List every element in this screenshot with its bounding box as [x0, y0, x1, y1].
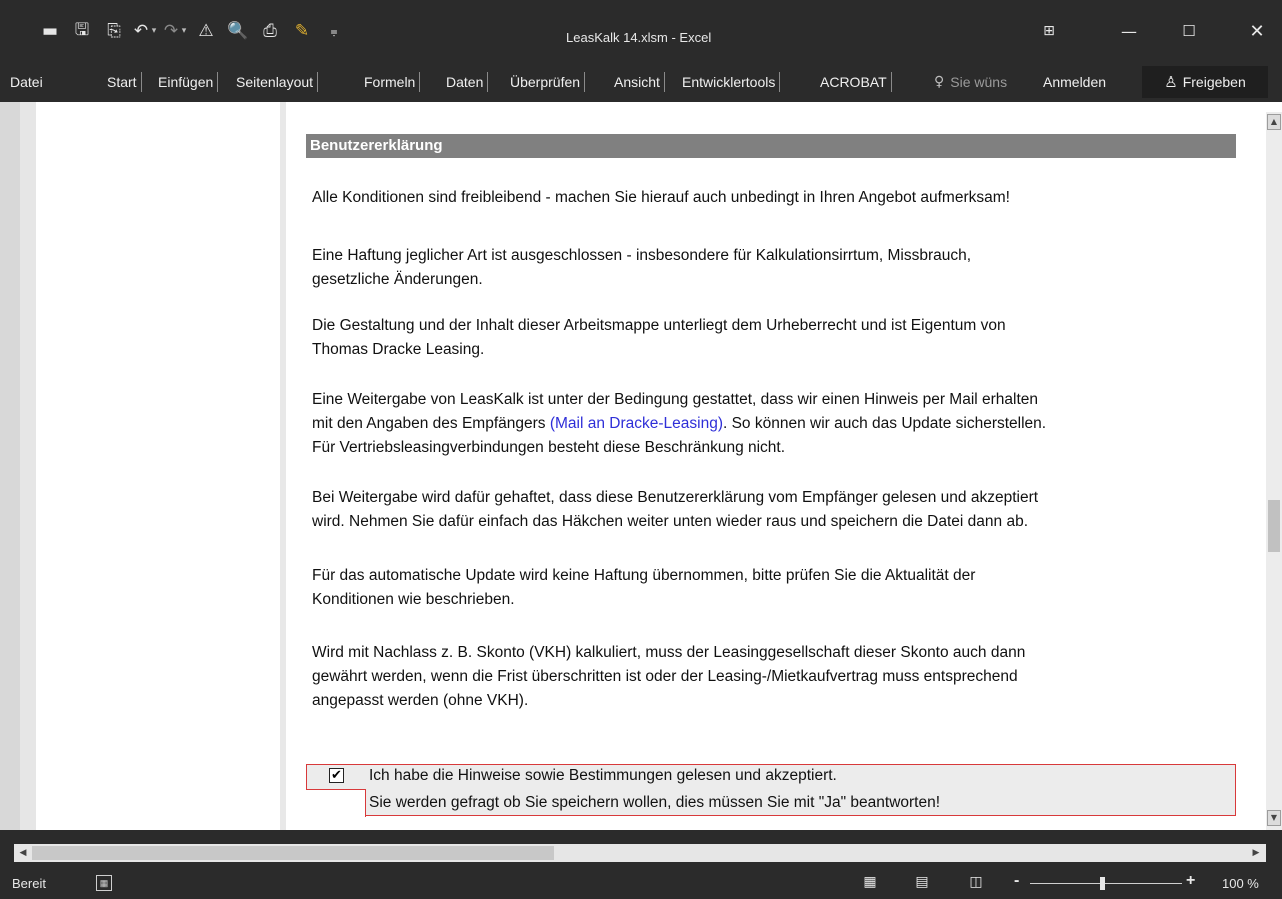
section-header: Benutzererklärung — [306, 134, 1236, 158]
share-button[interactable]: ♙ Freigeben — [1142, 66, 1268, 98]
status-ready: Bereit — [12, 876, 46, 891]
horizontal-scrollbar[interactable]: ◀ ▶ — [14, 844, 1266, 862]
paragraph-discount: Wird mit Nachlass z. B. Skonto (VKH) kal… — [312, 644, 1026, 709]
worksheet-area[interactable] — [0, 102, 1282, 830]
accept-label[interactable]: Ich habe die Hinweise sowie Bestimmungen… — [369, 765, 837, 787]
mail-link[interactable]: (Mail an Dracke-Leasing) — [550, 415, 723, 432]
tab-daten[interactable]: Daten — [446, 72, 489, 92]
page-break-view-icon[interactable]: ◫ — [966, 874, 986, 892]
horizontal-scroll-thumb[interactable] — [32, 846, 554, 860]
sign-in-link[interactable]: Anmelden — [1043, 72, 1106, 92]
undo-dropdown-icon[interactable]: ▾ — [148, 19, 160, 43]
page-layout-view-icon[interactable]: ▤ — [912, 874, 932, 892]
tab-ansicht[interactable]: Ansicht — [614, 72, 665, 92]
paragraph-distribution: Eine Weitergabe von LeasKalk ist unter d… — [312, 391, 1047, 456]
save-hint: Sie werden gefragt ob Sie speichern woll… — [369, 794, 941, 811]
paragraph-copyright: Die Gestaltung und der Inhalt dieser Arb… — [312, 317, 1006, 358]
redo-dropdown-icon[interactable]: ▾ — [178, 19, 190, 43]
maximize-icon[interactable]: ☐ — [1176, 18, 1202, 44]
paragraph-forwarding: Bei Weitergabe wird dafür gehaftet, dass… — [312, 489, 1039, 530]
macro-security-icon[interactable]: ⚠ — [190, 19, 222, 43]
zoom-slider[interactable] — [1030, 883, 1182, 884]
horizontal-scroll-row: ◀ ▶ — [0, 830, 1282, 868]
status-bar: Bereit ▦ ▦ ▤ ◫ - + 100 % — [0, 868, 1282, 899]
vertical-scrollbar[interactable]: ▲ ▼ — [1266, 112, 1282, 830]
customize-qat-icon[interactable]: ⩦ — [318, 19, 350, 43]
macro-recording-icon[interactable]: ▦ — [96, 875, 112, 891]
close-icon[interactable]: ✕ — [1244, 18, 1270, 44]
scroll-up-icon[interactable]: ▲ — [1267, 114, 1281, 130]
quick-access-toolbar: ▬ 🖫 ⎘ ↶ ▾ ↷ ▾ ⚠ 🔍 ⎙ ✎ ⩦ — [34, 19, 350, 43]
scroll-down-icon[interactable]: ▼ — [1267, 810, 1281, 826]
tab-formeln[interactable]: Formeln — [364, 72, 421, 92]
title-bar: ▬ 🖫 ⎘ ↶ ▾ ↷ ▾ ⚠ 🔍 ⎙ ✎ ⩦ LeasKalk 14.xlsm… — [0, 0, 1282, 62]
highlighter-icon[interactable]: ✎ — [286, 19, 318, 43]
tab-ueberpruefen[interactable]: Überprüfen — [510, 72, 586, 92]
scroll-right-icon[interactable]: ▶ — [1248, 845, 1264, 861]
tab-acrobat[interactable]: ACROBAT — [820, 72, 892, 92]
ribbon-display-icon[interactable]: ⊞ — [1036, 18, 1062, 44]
tab-entwicklertools[interactable]: Entwicklertools — [682, 72, 781, 92]
window-title: LeasKalk 14.xlsm - Excel — [566, 30, 712, 45]
print-icon[interactable]: ⎙ — [254, 19, 286, 43]
save-icon[interactable]: 🖫 — [66, 19, 98, 43]
lightbulb-icon: ♀ — [934, 74, 945, 90]
tab-seitenlayout[interactable]: Seitenlayout — [236, 72, 319, 92]
tell-me-placeholder: Sie wüns — [950, 74, 1008, 90]
left-margin-column — [0, 102, 36, 830]
zoom-out-button[interactable]: - — [1014, 872, 1019, 890]
ribbon-tabs: Datei Start Einfügen Seitenlayout Formel… — [0, 62, 1282, 102]
person-add-icon: ♙ — [1164, 73, 1178, 91]
normal-view-icon[interactable]: ▦ — [860, 874, 880, 892]
paragraph-update: Für das automatische Update wird keine H… — [312, 567, 976, 608]
zoom-in-button[interactable]: + — [1186, 872, 1195, 890]
new-file-icon[interactable]: ▬ — [34, 19, 66, 43]
save-as-icon[interactable]: ⎘ — [98, 19, 130, 43]
tell-me-box[interactable]: ♀ Sie wüns — [934, 72, 1007, 92]
tab-einfuegen[interactable]: Einfügen — [158, 72, 219, 92]
minimize-icon[interactable]: — — [1116, 18, 1142, 44]
zoom-slider-handle[interactable] — [1100, 877, 1105, 890]
scroll-left-icon[interactable]: ◀ — [15, 845, 31, 861]
zoom-level[interactable]: 100 % — [1222, 876, 1259, 891]
paragraph-liability: Eine Haftung jeglicher Art ist ausgeschl… — [312, 247, 972, 288]
column-divider — [280, 102, 286, 830]
tab-datei[interactable]: Datei — [10, 72, 43, 92]
vertical-scroll-thumb[interactable] — [1268, 500, 1280, 552]
print-preview-icon[interactable]: 🔍 — [222, 19, 254, 43]
accept-checkbox[interactable]: ✔ — [329, 768, 344, 783]
tab-start[interactable]: Start — [107, 72, 142, 92]
paragraph-conditions: Alle Konditionen sind freibleibend - mac… — [312, 189, 1010, 206]
share-label: Freigeben — [1182, 74, 1246, 90]
